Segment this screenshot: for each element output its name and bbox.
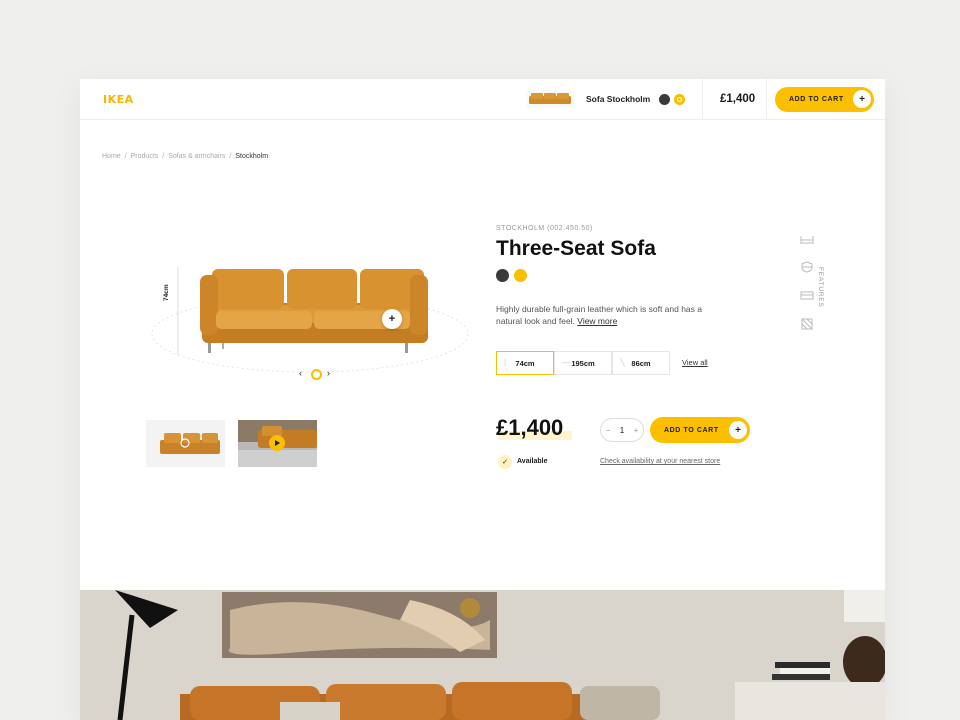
product-price: £1,400 [496, 415, 564, 440]
fabric-icon[interactable] [799, 317, 815, 331]
bed-icon[interactable] [799, 233, 815, 247]
dimension-selector: | 74cm — 195cm ╲ 86cm [496, 351, 670, 375]
header-price: £1,400 [720, 93, 756, 105]
zoom-plus-button[interactable]: + [382, 309, 402, 329]
header-add-to-cart-label: ADD TO CART [789, 96, 844, 103]
thumbnail-360-view[interactable] [146, 420, 225, 467]
product-description: Highly durable full-grain leather which … [496, 304, 703, 326]
header-divider [766, 79, 767, 120]
width-icon: — [562, 358, 570, 367]
quantity-stepper[interactable]: − 1 + [600, 418, 644, 442]
product-title: Three-Seat Sofa [496, 237, 656, 260]
breadcrumb-current: Stockholm [235, 153, 269, 160]
color-swatch-yellow[interactable] [514, 269, 527, 282]
header-divider [702, 79, 703, 120]
shield-icon[interactable] [799, 260, 815, 274]
dimension-width[interactable]: — 195cm [554, 351, 612, 375]
view-all-link[interactable]: View all [682, 358, 708, 367]
image-pager: ‹ › [299, 368, 335, 382]
plus-icon[interactable]: + [634, 426, 639, 435]
thumbnail-video[interactable] [238, 420, 317, 467]
header-swatch-dark[interactable] [659, 94, 670, 105]
breadcrumb: Home / Products / Sofas & armchairs / Stockhol… [102, 153, 269, 160]
breadcrumb-products[interactable]: Products [131, 153, 159, 160]
height-dimension-label: 74cm [163, 284, 170, 301]
availability-status: Available [517, 458, 548, 465]
header-add-to-cart-button[interactable]: ADD TO CART + [775, 87, 874, 112]
check-icon: ✓ [498, 455, 512, 469]
header-product-name: Sofa Stockholm [586, 94, 651, 104]
pager-dot-active[interactable] [311, 369, 322, 380]
features-label[interactable]: FEATURES [817, 267, 824, 308]
color-swatch-dark[interactable] [496, 269, 509, 282]
minus-icon[interactable]: − [606, 426, 611, 435]
plus-icon: + [729, 421, 747, 439]
breadcrumb-home[interactable]: Home [102, 153, 121, 160]
header-product-thumbnail[interactable] [526, 90, 574, 108]
lifestyle-photo [80, 590, 885, 720]
ikea-logo[interactable]: IKEA [103, 93, 134, 106]
page-frame: IKEA Sofa Stockholm £1,400 ADD TO CART +… [80, 79, 885, 720]
chevron-right-icon[interactable]: › [327, 368, 330, 378]
quantity-value: 1 [619, 425, 625, 435]
depth-icon: ╲ [620, 358, 625, 367]
check-store-link[interactable]: Check availability at your nearest store [600, 458, 720, 465]
header-swatch-yellow[interactable] [674, 94, 685, 105]
dimension-height[interactable]: | 74cm [496, 351, 554, 375]
plus-icon: + [853, 90, 871, 108]
breadcrumb-sofas[interactable]: Sofas & armchairs [168, 153, 225, 160]
plus-icon: + [388, 313, 396, 325]
sofa-icon[interactable] [799, 288, 815, 302]
top-header: IKEA Sofa Stockholm £1,400 ADD TO CART + [80, 79, 885, 120]
view-more-link[interactable]: View more [577, 316, 617, 326]
dimension-depth[interactable]: ╲ 86cm [612, 351, 670, 375]
height-icon: | [504, 358, 507, 367]
chevron-left-icon[interactable]: ‹ [299, 368, 302, 378]
add-to-cart-label: ADD TO CART [664, 426, 719, 434]
product-sku: STOCKHOLM (002.450.50) [496, 225, 593, 232]
add-to-cart-button[interactable]: ADD TO CART + [650, 417, 750, 443]
product-image[interactable] [150, 259, 470, 379]
